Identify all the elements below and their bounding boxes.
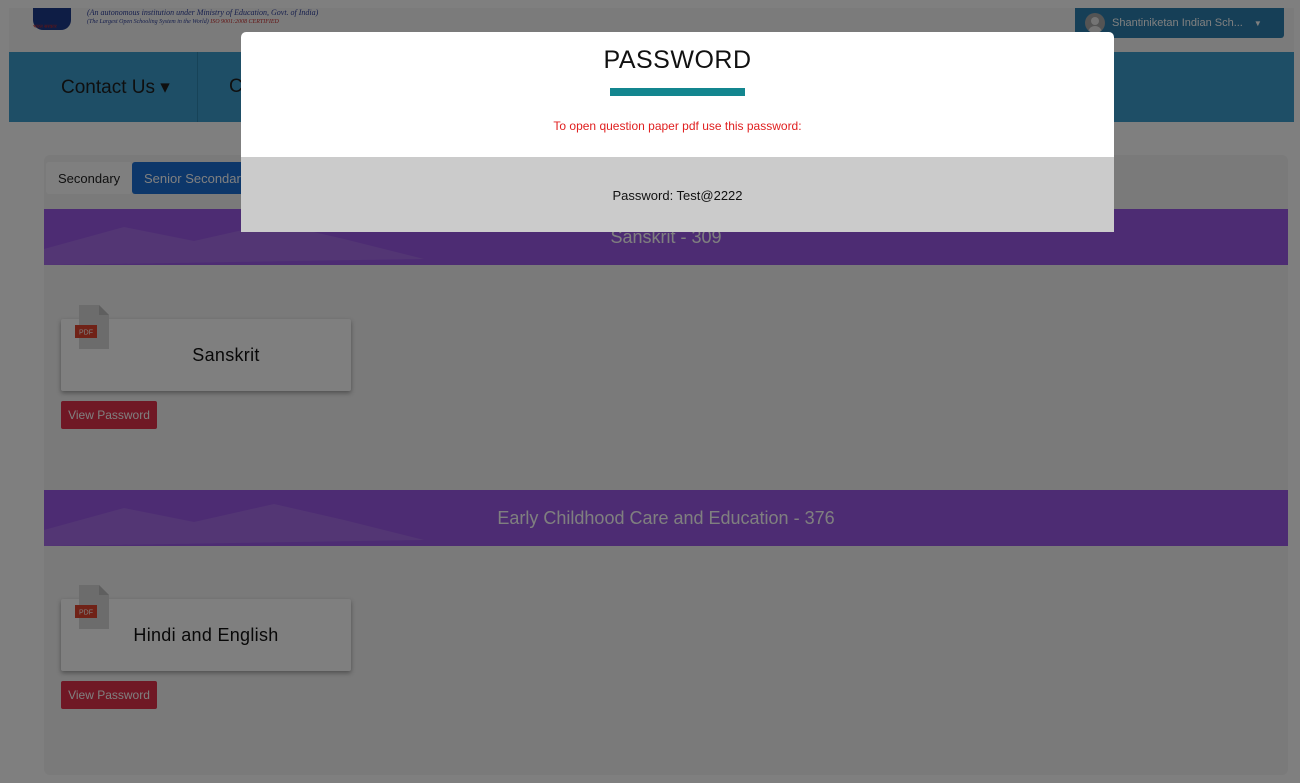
modal-footer: Password: Test@2222 — [241, 157, 1114, 232]
password-modal: PASSWORD To open question paper pdf use … — [241, 32, 1114, 232]
modal-title: PASSWORD — [603, 46, 752, 74]
password-text[interactable]: Password: Test@2222 — [241, 188, 1114, 203]
title-underline — [610, 88, 745, 96]
modal-message: To open question paper pdf use this pass… — [553, 119, 802, 133]
